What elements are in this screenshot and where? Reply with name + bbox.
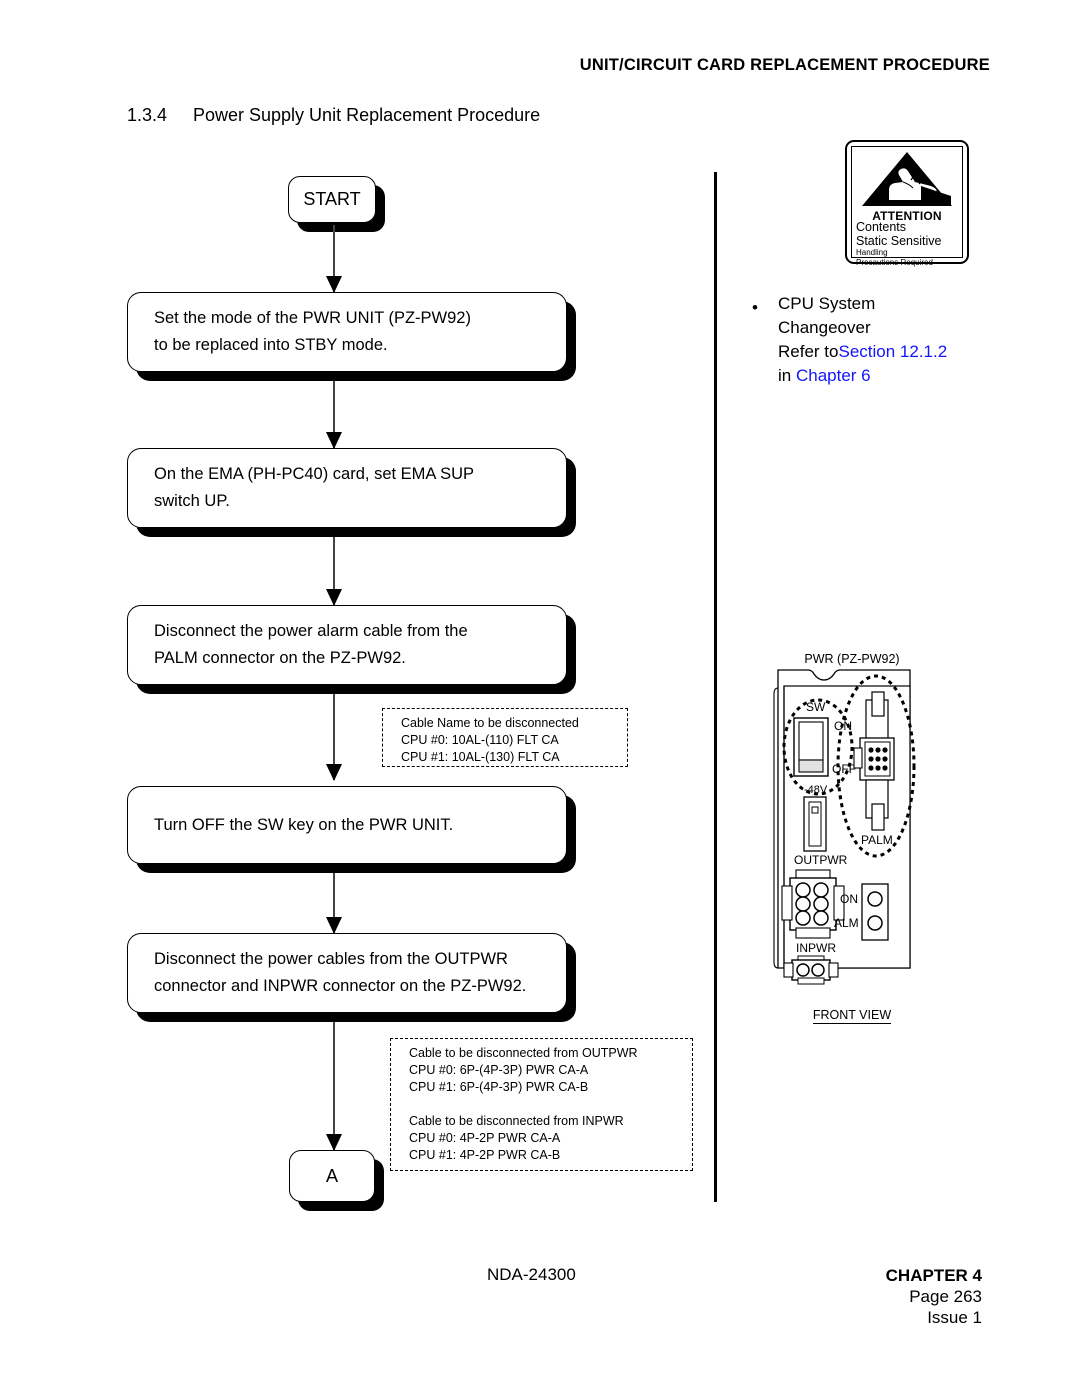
document-page: UNIT/CIRCUIT CARD REPLACEMENT PROCEDURE …: [0, 0, 1080, 1397]
start-label: START: [303, 189, 361, 209]
page-header-title: UNIT/CIRCUIT CARD REPLACEMENT PROCEDURE: [579, 56, 990, 74]
bullet-icon: •: [752, 298, 758, 317]
pwr-unit-svg: SW ON OFF -48V PALM OUTPWR INPWR ON ALM: [773, 669, 916, 985]
section-title-text: Power Supply Unit Replacement Procedure: [193, 105, 541, 125]
connector-a-label: A: [325, 1165, 338, 1186]
flowchart-start-terminator: START: [288, 176, 376, 223]
link-section-12-1-2[interactable]: Section 12.1.2: [838, 342, 947, 361]
sw-label: SW: [806, 700, 826, 714]
in-text: in: [778, 366, 796, 385]
esd-label-inner: ATTENTION Contents Static Sensitive Handl…: [851, 146, 963, 267]
cpu-changeover-line2: Changeover: [778, 318, 871, 337]
link-chapter-6[interactable]: Chapter 6: [796, 366, 871, 385]
palm-label: PALM: [861, 833, 893, 847]
footer-doc-number: NDA-24300: [487, 1265, 576, 1284]
cpu-changeover-line1: CPU System: [778, 294, 876, 313]
step-1-text: Set the mode of the PWR UNIT (PZ-PW92) t…: [154, 309, 471, 354]
pwr-front-view-label: FRONT VIEW: [812, 1008, 892, 1024]
led-on: [867, 891, 883, 907]
arrow-step5-to-connector: [333, 1022, 335, 1150]
led-on-label: ON: [840, 892, 858, 906]
esd-handling-text: Handling Precautions Required: [856, 248, 933, 267]
led-alm: [867, 915, 883, 931]
arrow-step4-to-step5: [333, 873, 335, 933]
esd-contents-text: Contents Static Sensitive: [856, 220, 942, 248]
inpwr-label: INPWR: [796, 941, 836, 955]
flowchart-step-5: Disconnect the power cables from the OUT…: [127, 933, 567, 1013]
led-alm-label: ALM: [834, 916, 859, 930]
flowchart-connector-a: A: [289, 1150, 375, 1202]
arrow-step3-to-step4: [333, 694, 335, 780]
step-3-text: Disconnect the power alarm cable from th…: [154, 622, 468, 667]
footer-right-block: CHAPTER 4 Page 263 Issue 1: [886, 1265, 982, 1328]
footer-page: Page 263: [909, 1287, 982, 1306]
palm-pins: [868, 747, 888, 771]
flowchart-step-1: Set the mode of the PWR UNIT (PZ-PW92) t…: [127, 292, 567, 372]
footer-issue: Issue 1: [927, 1308, 982, 1327]
note-cable-names-2: Cable to be disconnected from OUTPWR CPU…: [390, 1038, 693, 1171]
step-4-text: Turn OFF the SW key on the PWR UNIT.: [154, 815, 454, 834]
flowchart-step-2: On the EMA (PH-PC40) card, set EMA SUP s…: [127, 448, 567, 528]
outpwr-label: OUTPWR: [794, 853, 848, 867]
volt-label: -48V: [804, 784, 828, 796]
cpu-changeover-note: • CPU System Changeover Refer toSection …: [752, 292, 992, 388]
pwr-unit-caption: PWR (PZ-PW92): [804, 652, 900, 666]
arrow-step1-to-step2: [333, 381, 335, 448]
flowchart-step-4: Turn OFF the SW key on the PWR UNIT.: [127, 786, 567, 864]
esd-hand-warning-icon: [862, 152, 952, 206]
section-number: 1.3.4: [127, 105, 168, 125]
cpu-changeover-chapter: in Chapter 6: [778, 364, 992, 388]
step-5-text: Disconnect the power cables from the OUT…: [154, 950, 527, 995]
arrow-start-to-step1: [333, 225, 335, 292]
flowchart-step-3: Disconnect the power alarm cable from th…: [127, 605, 567, 685]
sw-off-label: OFF: [832, 762, 856, 776]
pwr-unit-diagram: PWR (PZ-PW92) SW ON OFF -48V PALM OUTPWR…: [762, 652, 942, 1024]
arrow-step2-to-step3: [333, 537, 335, 605]
cpu-changeover-refer: Refer toSection 12.1.2: [778, 340, 992, 364]
esd-attention-label: ATTENTION Contents Static Sensitive Handl…: [845, 140, 969, 267]
column-divider: [714, 172, 717, 1202]
refer-to-text: Refer to: [778, 342, 839, 361]
step-2-text: On the EMA (PH-PC40) card, set EMA SUP s…: [154, 465, 475, 510]
cpu-changeover-body: CPU System Changeover Refer toSection 12…: [778, 292, 992, 388]
note-cable-names-1: Cable Name to be disconnected CPU #0: 10…: [382, 708, 628, 767]
section-heading: 1.3.4 Power Supply Unit Replacement Proce…: [127, 105, 540, 126]
footer-chapter: CHAPTER 4: [885, 1266, 982, 1285]
